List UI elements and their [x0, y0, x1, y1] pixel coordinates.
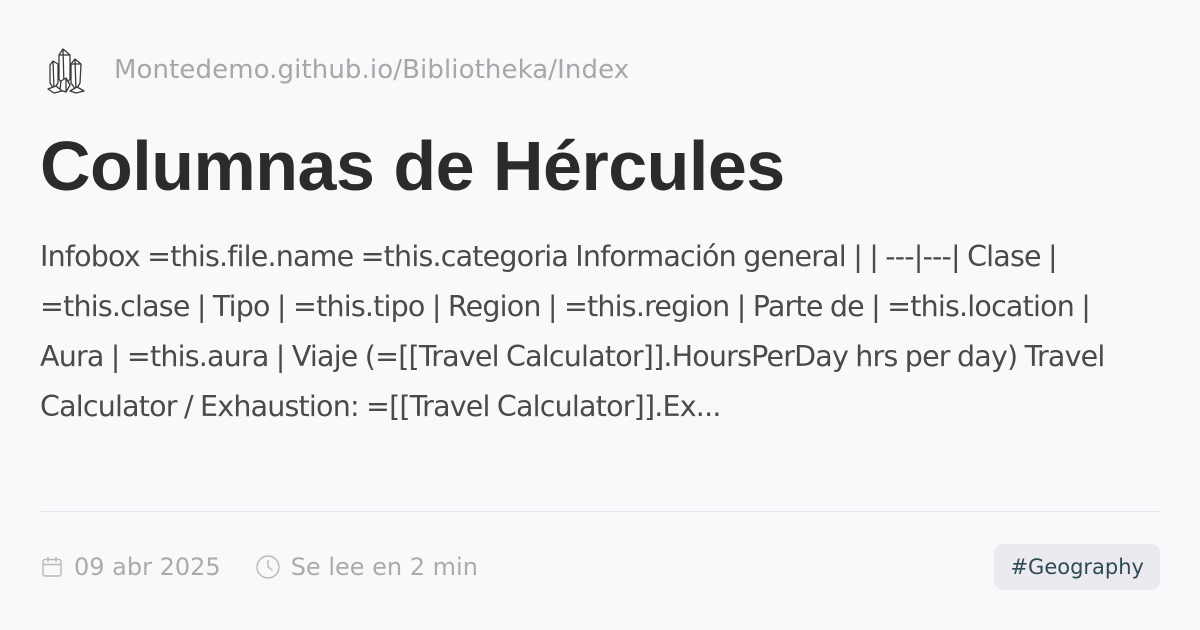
- date-text: 09 abr 2025: [74, 553, 221, 581]
- clock-icon: [255, 554, 281, 580]
- divider: [40, 511, 1160, 512]
- published-date: 09 abr 2025: [40, 553, 221, 581]
- page-title: Columnas de Hércules: [40, 127, 785, 205]
- crystal-cluster-icon[interactable]: [40, 44, 92, 96]
- footer: 09 abr 2025 Se lee en 2 min #Geography: [40, 544, 1160, 590]
- og-card: Montedemo.github.io/Bibliotheka/Index Co…: [0, 0, 1200, 630]
- page-excerpt: Infobox =this.file.name =this.categoria …: [40, 240, 1105, 423]
- reading-time-text: Se lee en 2 min: [290, 553, 478, 581]
- site-path[interactable]: Montedemo.github.io/Bibliotheka/Index: [114, 55, 629, 85]
- site-header: Montedemo.github.io/Bibliotheka/Index: [40, 40, 629, 100]
- meta-info: 09 abr 2025 Se lee en 2 min: [40, 553, 478, 581]
- tag-geography[interactable]: #Geography: [994, 544, 1160, 590]
- reading-time: Se lee en 2 min: [255, 553, 478, 581]
- calendar-icon: [40, 555, 64, 579]
